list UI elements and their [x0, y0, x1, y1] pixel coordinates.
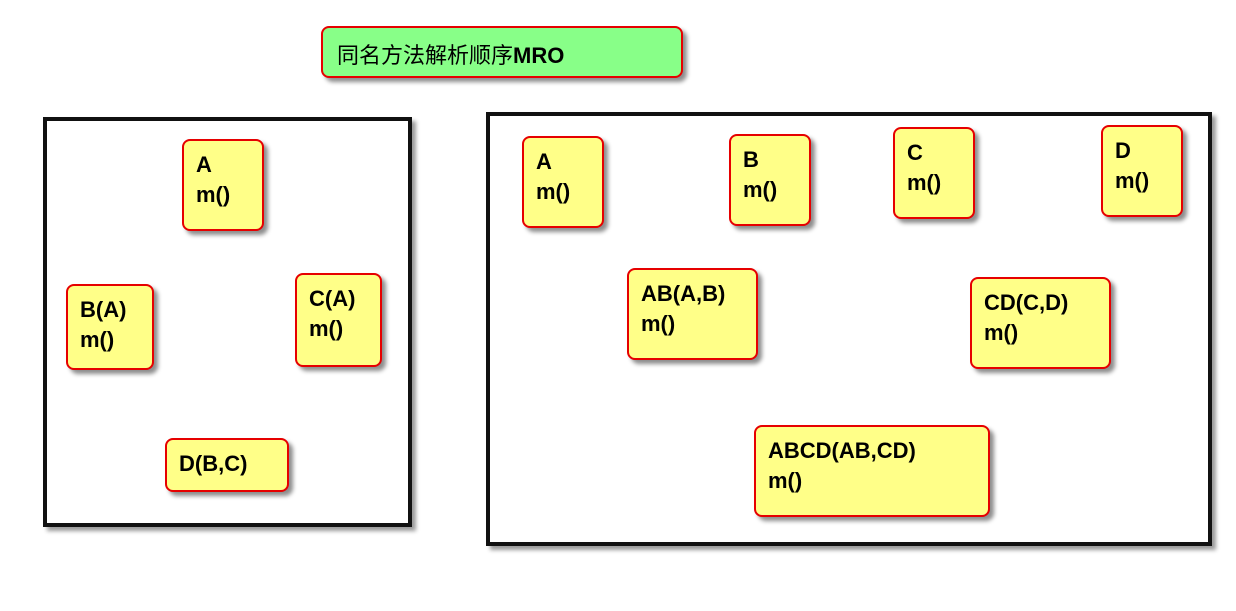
node-name: C [907, 140, 923, 165]
left-node-b: B(A) m() [66, 284, 154, 370]
right-node-abcd: ABCD(AB,CD) m() [754, 425, 990, 517]
left-node-c: C(A) m() [295, 273, 382, 367]
node-name: A [196, 152, 212, 177]
right-node-d: D m() [1101, 125, 1183, 217]
right-node-cd: CD(C,D) m() [970, 277, 1111, 369]
right-node-c: C m() [893, 127, 975, 219]
node-method: m() [80, 327, 115, 352]
node-name: AB(A,B) [641, 281, 726, 306]
title-latin-text: MRO [513, 43, 565, 68]
node-method: m() [196, 182, 231, 207]
right-node-b: B m() [729, 134, 811, 226]
node-name: D [1115, 138, 1131, 163]
left-node-d: D(B,C) [165, 438, 289, 492]
node-name: ABCD(AB,CD) [768, 438, 916, 463]
node-name: C(A) [309, 286, 356, 311]
node-name: D(B,C) [179, 451, 248, 476]
node-name: B(A) [80, 297, 127, 322]
node-method: m() [907, 170, 942, 195]
title-cjk-text: 同名方法解析顺序 [337, 44, 514, 69]
node-name: A [536, 149, 552, 174]
left-node-a: A m() [182, 139, 264, 231]
right-node-a: A m() [522, 136, 604, 228]
node-method: m() [768, 468, 803, 493]
node-name: B [743, 147, 759, 172]
node-name: CD(C,D) [984, 290, 1069, 315]
node-method: m() [309, 316, 344, 341]
node-method: m() [1115, 168, 1150, 193]
node-method: m() [743, 177, 778, 202]
right-node-ab: AB(A,B) m() [627, 268, 758, 360]
node-method: m() [641, 311, 676, 336]
node-method: m() [536, 179, 571, 204]
node-method: m() [984, 320, 1019, 345]
diagram-title: 同名方法解析顺序MRO [321, 26, 683, 78]
